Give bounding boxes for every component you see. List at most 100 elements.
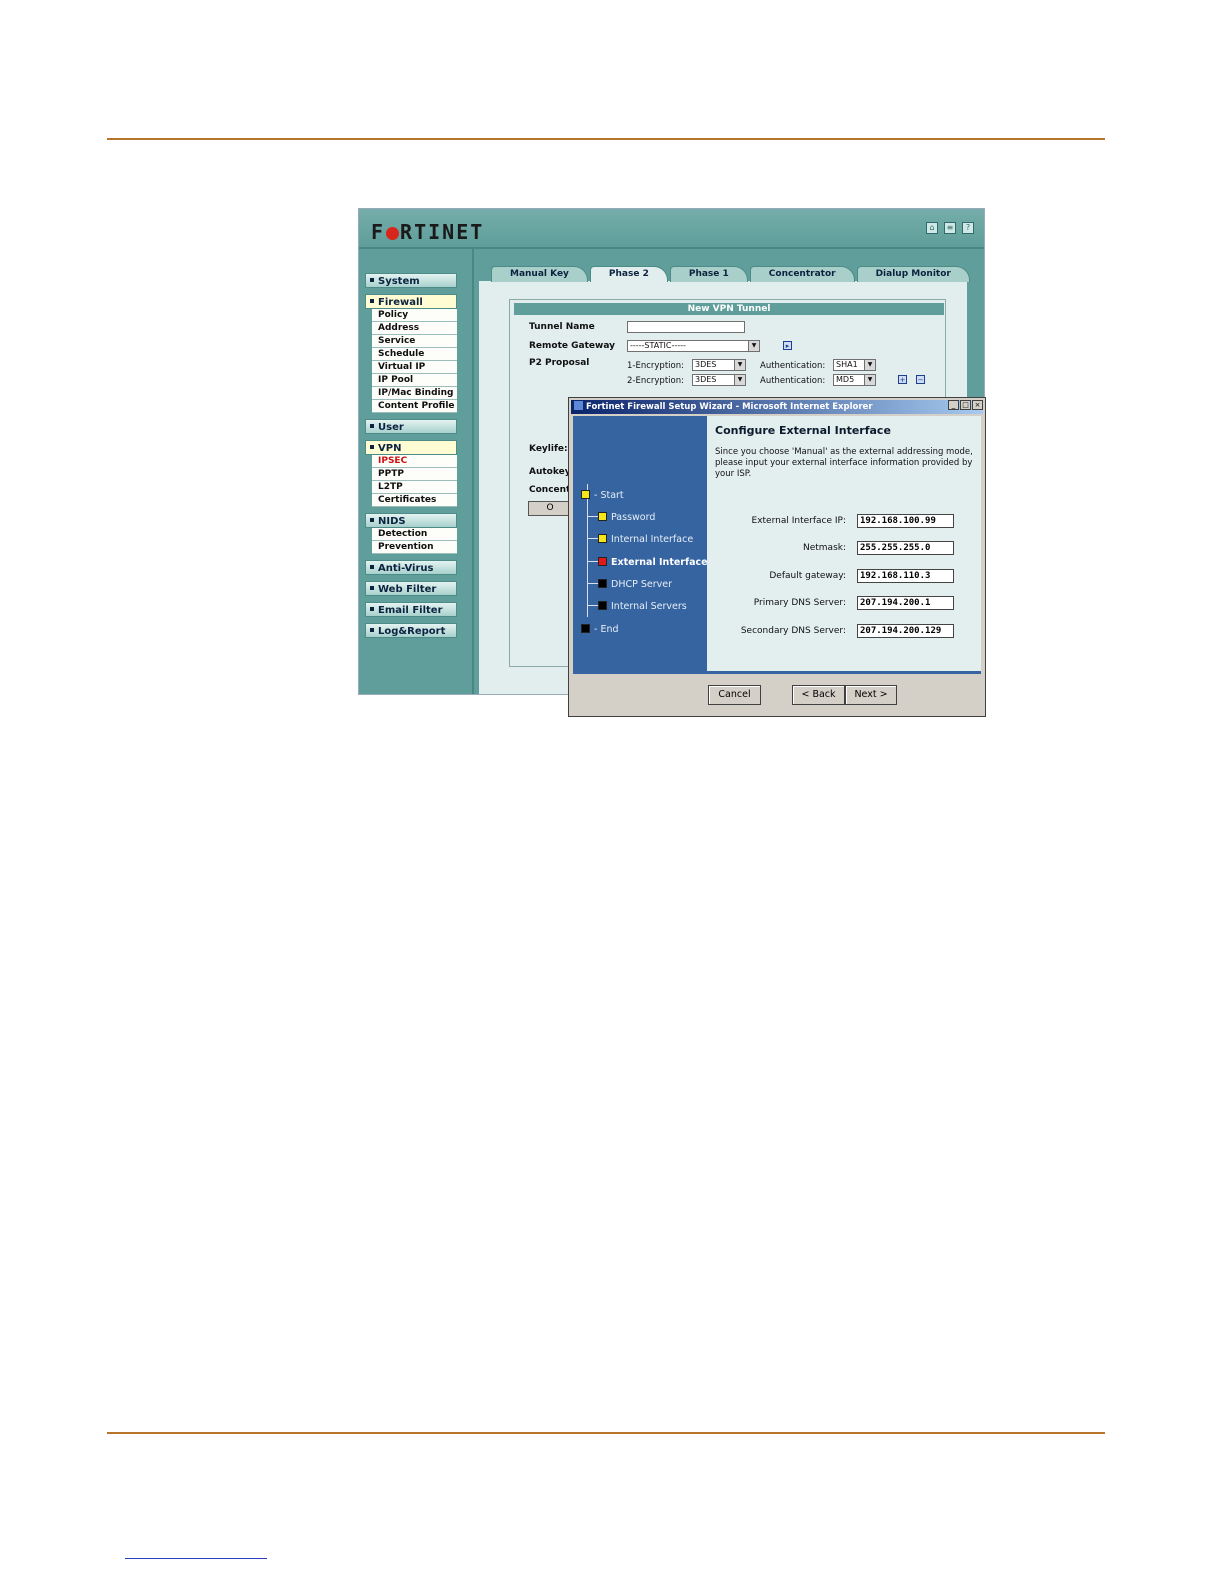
wizard-field-label: Primary DNS Server: [753, 598, 846, 608]
nav-sub-ipsec[interactable]: IPSEC [372, 455, 457, 468]
nav-sub-ip-mac-binding[interactable]: IP/Mac Binding [372, 387, 457, 400]
p2-proposal-label: P2 Proposal [529, 358, 590, 368]
nav-user[interactable]: User [365, 419, 457, 434]
nav-label: Web Filter [378, 584, 437, 595]
tab-concentrator[interactable]: Concentrator [749, 266, 855, 282]
bullet-icon [370, 299, 374, 303]
nav-system[interactable]: System [365, 273, 457, 288]
nav-sub-certificates[interactable]: Certificates [372, 494, 457, 507]
wizard-field-label: Secondary DNS Server: [740, 626, 846, 636]
remote-gateway-label: Remote Gateway [529, 341, 615, 351]
nav-vpn[interactable]: VPN [365, 440, 457, 455]
wizard-field-input[interactable]: 192.168.100.99 [857, 514, 954, 528]
nav-sub-policy[interactable]: Policy [372, 309, 457, 322]
maximize-icon[interactable]: □ [960, 400, 971, 410]
nav-sub-ip-pool[interactable]: IP Pool [372, 374, 457, 387]
step-status-icon [581, 624, 590, 633]
ok-button[interactable]: O [528, 501, 572, 516]
nav-label: Firewall [378, 297, 423, 308]
tab-phase-2[interactable]: Phase 2 [589, 266, 668, 282]
nav-label: VPN [378, 443, 402, 454]
tree-branch [587, 605, 598, 606]
fortinet-logo: F RTINET [371, 220, 485, 244]
bullet-icon [370, 565, 374, 569]
footer-rule [107, 1432, 1105, 1434]
nav-label: System [378, 276, 420, 287]
edit-gateway-icon[interactable]: ▸ [783, 341, 792, 350]
tree-branch [587, 516, 598, 517]
wizard-step-start: - Start [581, 490, 624, 501]
nav-sub-address[interactable]: Address [372, 322, 457, 335]
nav-sub-schedule[interactable]: Schedule [372, 348, 457, 361]
tunnel-name-input[interactable] [627, 321, 745, 333]
nav-web-filter[interactable]: Web Filter [365, 581, 457, 596]
step-label: Password [611, 512, 656, 523]
nav-sub-l2tp[interactable]: L2TP [372, 481, 457, 494]
next-button[interactable]: Next > [845, 685, 897, 705]
nav-anti-virus[interactable]: Anti-Virus [365, 560, 457, 575]
bullet-icon [370, 607, 374, 611]
tree-branch [587, 583, 598, 584]
authentication-2-select[interactable]: MD5 [833, 374, 876, 386]
close-icon[interactable]: × [972, 400, 983, 410]
nav-sub-prevention[interactable]: Prevention [372, 541, 457, 554]
back-button[interactable]: < Back [792, 685, 845, 705]
sidebar-divider [472, 247, 474, 694]
tab-dialup-monitor[interactable]: Dialup Monitor [856, 266, 970, 282]
remote-gateway-select[interactable]: -----STATIC----- [627, 340, 760, 352]
wizard-field-input[interactable]: 192.168.110.3 [857, 569, 954, 583]
wizard-titlebar: Fortinet Firewall Setup Wizard - Microso… [571, 400, 983, 414]
wizard-field-input[interactable]: 207.194.200.1 [857, 596, 954, 610]
add-proposal-icon[interactable]: + [898, 375, 907, 384]
wizard-heading: Configure External Interface [715, 424, 891, 437]
minimize-icon[interactable]: _ [948, 400, 959, 410]
wizard-field-label: Netmask: [802, 543, 846, 553]
step-label: Start [600, 490, 624, 501]
step-status-icon [598, 557, 607, 566]
nav-sub-virtual-ip[interactable]: Virtual IP [372, 361, 457, 374]
nav-nids[interactable]: NIDS [365, 513, 457, 528]
step-label: Internal Servers [611, 601, 687, 612]
step-status-icon [598, 579, 607, 588]
nav-sub-content-profile[interactable]: Content Profile [372, 400, 457, 413]
tree-branch [587, 561, 598, 562]
nav-sub-pptp[interactable]: PPTP [372, 468, 457, 481]
wizard-field-input[interactable]: 255.255.255.0 [857, 541, 954, 555]
sidebar-nav: System Firewall Policy Address Service Schedu… [365, 267, 457, 638]
remove-proposal-icon[interactable]: − [916, 375, 925, 384]
tab-phase-1[interactable]: Phase 1 [669, 266, 748, 282]
nav-label: Anti-Virus [378, 563, 434, 574]
document-icon[interactable]: ≡ [944, 222, 956, 234]
cancel-button[interactable]: Cancel [708, 685, 761, 705]
authentication-1-select[interactable]: SHA1 [833, 359, 876, 371]
encryption-2-select[interactable]: 3DES [692, 374, 746, 386]
encryption-1-label: 1-Encryption: [627, 361, 684, 371]
header-rule [107, 138, 1105, 140]
nav-email-filter[interactable]: Email Filter [365, 602, 457, 617]
wizard-field-input[interactable]: 207.194.200.129 [857, 624, 954, 638]
nav-sub-service[interactable]: Service [372, 335, 457, 348]
wizard-step-password: Password [598, 512, 655, 523]
nav-label: User [378, 422, 404, 433]
home-icon[interactable]: ⌂ [926, 222, 938, 234]
wizard-field-label: External Interface IP: [751, 516, 846, 526]
nav-log-report[interactable]: Log&Report [365, 623, 457, 638]
help-icon[interactable]: ? [962, 222, 974, 234]
tab-manual-key[interactable]: Manual Key [491, 266, 588, 282]
autokey-label: Autokey [529, 467, 571, 477]
authentication-2-label: Authentication: [760, 376, 826, 386]
nav-firewall[interactable]: Firewall [365, 294, 457, 309]
nav-sub-detection[interactable]: Detection [372, 528, 457, 541]
tunnel-name-label: Tunnel Name [529, 322, 595, 332]
wizard-field-label: Default gateway: [769, 571, 846, 581]
nav-label: Log&Report [378, 626, 446, 637]
step-label: DHCP Server [611, 579, 672, 590]
wizard-step-end: - End [581, 624, 619, 635]
concentrator-label: Concent [529, 485, 571, 495]
step-label: External Interface [611, 557, 708, 568]
encryption-2-label: 2-Encryption: [627, 376, 684, 386]
wizard-content: Configure External Interface Since you c… [707, 416, 981, 674]
window-title: Fortinet Firewall Setup Wizard - Microso… [586, 402, 873, 412]
encryption-1-select[interactable]: 3DES [692, 359, 746, 371]
wizard-step-dhcp-server: DHCP Server [598, 579, 672, 590]
